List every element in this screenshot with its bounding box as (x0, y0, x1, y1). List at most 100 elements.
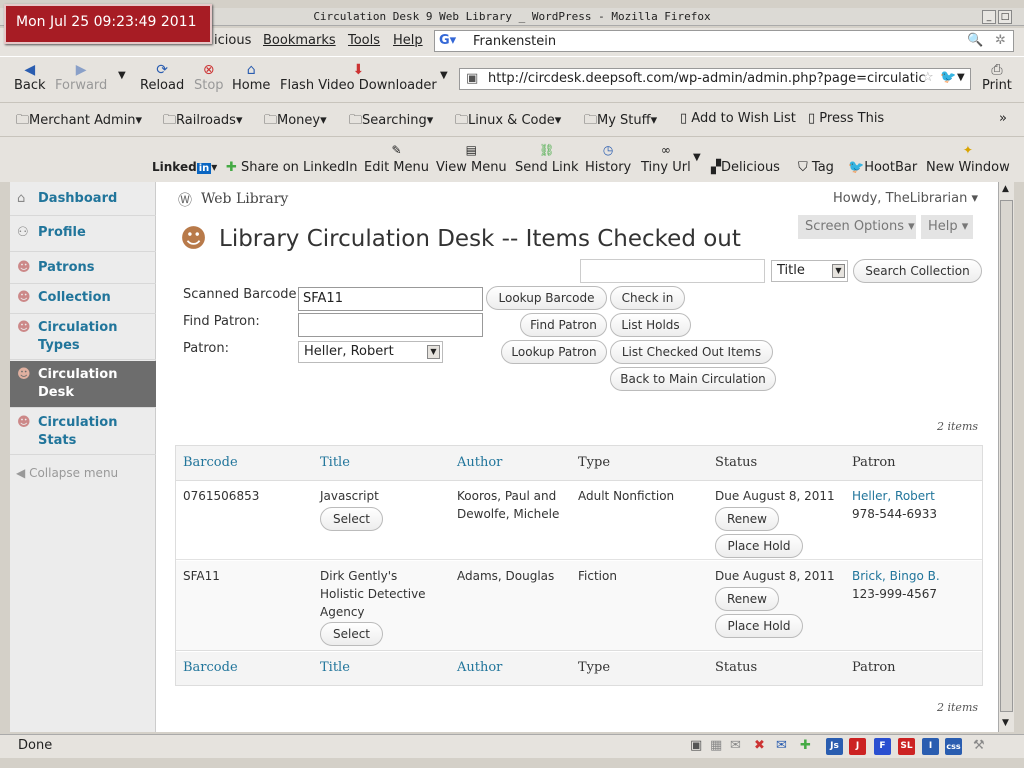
bookmark-wish-list[interactable]: ▯ Add to Wish List (680, 111, 796, 126)
scroll-up-icon[interactable]: ▲ (1002, 184, 1009, 194)
list-checked-out-button[interactable]: List Checked Out Items (610, 340, 773, 364)
magnifier-icon[interactable]: 🔍 (967, 33, 983, 48)
tag-button[interactable]: ⛉ Tag (798, 160, 834, 175)
menu-bookmarks[interactable]: Bookmarks (263, 33, 336, 48)
url-bar[interactable]: ▣ http://circdesk.deepsoft.com/wp-admin/… (459, 68, 971, 90)
sidebar-item-dashboard[interactable]: ⌂ Dashboard (10, 184, 156, 216)
search-field-select[interactable]: Title ▼ (771, 260, 848, 282)
send-link-button[interactable]: ⛓ Send Link (515, 143, 579, 175)
footer-header-author[interactable]: Author (457, 660, 502, 675)
lookup-barcode-button[interactable]: Lookup Barcode (486, 286, 607, 310)
sidebar-item-collection[interactable]: ☻ Collection (10, 284, 156, 314)
list-holds-button[interactable]: List Holds (610, 313, 691, 337)
site-title[interactable]: Web Library (201, 191, 288, 207)
bookmark-searching[interactable]: 🗀Searching▾ (349, 111, 433, 133)
images-icon[interactable]: I (922, 738, 939, 755)
footer-header-barcode[interactable]: Barcode (183, 660, 238, 675)
check-in-button[interactable]: Check in (610, 286, 685, 310)
menu-help[interactable]: Help (393, 33, 423, 48)
renew-button[interactable]: Renew (715, 587, 779, 611)
view-menu-button[interactable]: ▤ View Menu (436, 143, 507, 175)
bookmarks-overflow-icon[interactable]: » (999, 111, 1007, 126)
bookmark-my-stuff[interactable]: 🗀My Stuff▾ (584, 111, 657, 133)
twitter-icon[interactable]: 🐦 (940, 70, 956, 85)
find-patron-button[interactable]: Find Patron (520, 313, 607, 337)
back-button[interactable]: ◀ Back (14, 62, 46, 93)
menu-history[interactable]: icious (214, 33, 251, 48)
column-header-author[interactable]: Author (457, 455, 502, 470)
sidebar-item-patrons[interactable]: ☻ Patrons (10, 254, 156, 284)
search-engine-input[interactable]: Frankenstein (473, 34, 556, 49)
reload-button[interactable]: ⟳ Reload (140, 62, 184, 93)
back-to-main-button[interactable]: Back to Main Circulation (610, 367, 776, 391)
patron-select[interactable]: Heller, Robert ▼ (298, 341, 443, 363)
new-window-button[interactable]: ✦ New Window (926, 143, 1010, 175)
forward-button[interactable]: ▶ Forward (55, 62, 107, 93)
linkedin-button[interactable]: Linked in ▾ (152, 160, 217, 174)
menu-tools[interactable]: Tools (348, 33, 380, 48)
print-button[interactable]: ⎙ Print (982, 62, 1012, 93)
howdy-user[interactable]: Howdy, TheLibrarian ▾ (833, 191, 978, 206)
scanned-barcode-input[interactable]: SFA11 (298, 287, 483, 311)
bookmark-merchant-admin[interactable]: 🗀Merchant Admin▾ (16, 111, 142, 133)
scroll-down-icon[interactable]: ▼ (1002, 718, 1009, 728)
js-icon[interactable]: Js (826, 738, 843, 755)
select-button[interactable]: Select (320, 622, 383, 646)
puzzle-icon[interactable]: ✚ (800, 738, 811, 753)
stop-button[interactable]: ⊗ Stop (194, 62, 224, 93)
search-collection-button[interactable]: Search Collection (853, 259, 982, 283)
bookmark-money[interactable]: 🗀Money▾ (264, 111, 327, 133)
cell-patron-link[interactable]: Brick, Bingo B. (852, 567, 940, 585)
monitor-icon[interactable]: ▣ (690, 738, 702, 753)
lookup-patron-button[interactable]: Lookup Patron (501, 340, 607, 364)
edit-menu-button[interactable]: ✎ Edit Menu (364, 143, 429, 175)
tiny-url-button[interactable]: ∞ Tiny Url (641, 143, 691, 175)
share-linkedin-button[interactable]: ✚ Share on LinkedIn (226, 160, 358, 175)
screen-options-button[interactable]: Screen Options ▾ (798, 215, 916, 239)
history-dropdown-icon[interactable]: ▼ (118, 70, 126, 81)
java-icon[interactable]: J (849, 738, 866, 755)
hootbar-button[interactable]: 🐦HootBar (848, 160, 917, 175)
bookmark-linux-code[interactable]: 🗀Linux & Code▾ (455, 111, 561, 133)
find-patron-input[interactable] (298, 313, 483, 337)
maximize-icon[interactable]: □ (998, 10, 1012, 24)
help-button[interactable]: Help ▾ (921, 215, 973, 239)
grid-icon[interactable]: ▦ (710, 738, 722, 753)
toolbar-dropdown-icon[interactable]: ▼ (693, 152, 701, 163)
minimize-icon[interactable]: _ (982, 10, 996, 24)
sidebar-item-profile[interactable]: ⚇ Profile (10, 216, 156, 252)
place-hold-button[interactable]: Place Hold (715, 614, 803, 638)
silverlight-icon[interactable]: SL (898, 738, 915, 755)
url-dropdown-icon[interactable]: ▼ (957, 72, 965, 83)
sidebar-item-circulation-stats[interactable]: ☻ Circulation Stats (10, 409, 156, 455)
search-engine-box[interactable]: G▾ Frankenstein 🔍 ✲ (434, 30, 1014, 52)
css-icon[interactable]: css (945, 738, 962, 755)
flash-dropdown-icon[interactable]: ▼ (440, 70, 448, 81)
renew-button[interactable]: Renew (715, 507, 779, 531)
flash-downloader-button[interactable]: ⬇ Flash Video Downloader (280, 62, 437, 93)
sidebar-item-circulation-desk[interactable]: ☻ Circulation Desk (10, 361, 156, 408)
flash-icon[interactable]: F (874, 738, 891, 755)
delicious-button[interactable]: ▞Delicious (711, 160, 780, 175)
google-icon[interactable]: G▾ (439, 33, 456, 48)
select-button[interactable]: Select (320, 507, 383, 531)
bookmark-press-this[interactable]: ▯ Press This (808, 111, 884, 126)
sidebar-item-circulation-types[interactable]: ☻ Circulation Types (10, 314, 156, 360)
envelope-icon[interactable]: ✉ (776, 738, 787, 753)
vertical-scrollbar[interactable]: ▲ ▼ (998, 182, 1014, 732)
blocked-icon[interactable]: ✖ (754, 738, 765, 753)
cell-patron-link[interactable]: Heller, Robert (852, 487, 935, 505)
place-hold-button[interactable]: Place Hold (715, 534, 803, 558)
column-header-barcode[interactable]: Barcode (183, 455, 238, 470)
column-header-title[interactable]: Title (320, 455, 350, 470)
history-button[interactable]: ◷ History (585, 143, 631, 175)
scrollbar-thumb[interactable] (1000, 200, 1013, 712)
search-collection-input[interactable] (580, 259, 765, 283)
star-icon[interactable]: ☆ (922, 70, 934, 85)
tools-icon[interactable]: ⚒ (973, 738, 985, 753)
collapse-menu-button[interactable]: ◀ Collapse menu (16, 466, 118, 480)
home-button[interactable]: ⌂ Home (232, 62, 270, 93)
bookmark-railroads[interactable]: 🗀Railroads▾ (163, 111, 243, 133)
mail-icon[interactable]: ✉ (730, 738, 741, 753)
footer-header-title[interactable]: Title (320, 660, 350, 675)
